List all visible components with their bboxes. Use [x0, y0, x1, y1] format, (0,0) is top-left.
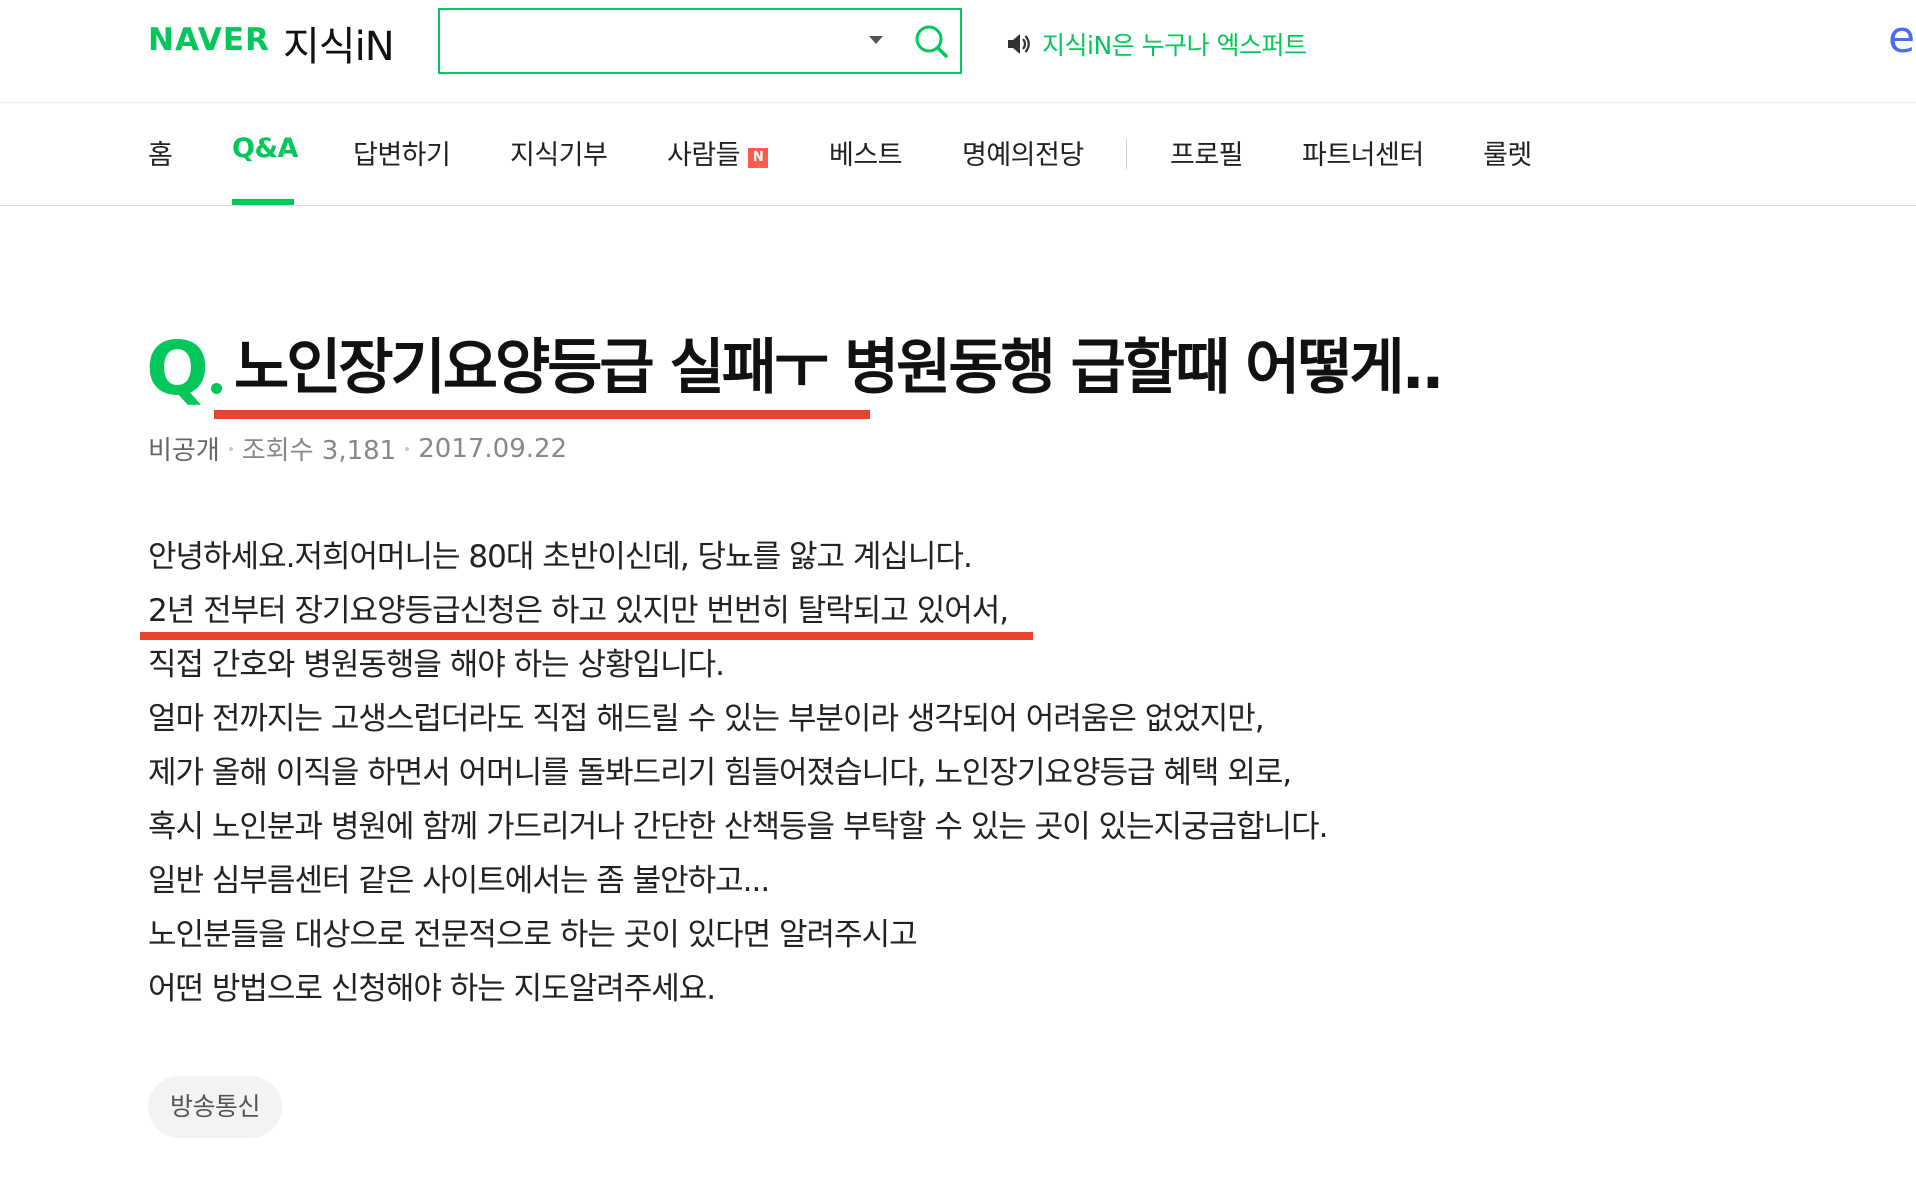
body-line: 2년 전부터 장기요양등급신청은 하고 있지만 번번히 탈락되고 있어서, — [148, 593, 1009, 629]
nav-best[interactable]: 베스트 — [829, 133, 903, 172]
body-line: 노인분들을 대상으로 전문적으로 하는 곳이 있다면 알려주시고 — [148, 917, 918, 953]
body-line: 제가 올해 이직을 하면서 어머니를 돌봐드리기 힘들어졌습니다, 노인장기요양… — [148, 755, 1292, 791]
nav-roulette[interactable]: 룰렛 — [1483, 133, 1532, 172]
body-highlight-underline — [140, 632, 1033, 640]
nav-divider — [1126, 139, 1127, 169]
nav-hall-of-fame[interactable]: 명예의전당 — [962, 133, 1084, 172]
nav-profile[interactable]: 프로필 — [1170, 133, 1244, 172]
top-header: NAVER 지식iN 지식iN은 누구나 엑스퍼트 e — [0, 0, 1916, 103]
question-date: 2017.09.22 — [418, 433, 568, 464]
question-title: 노인장기요양등급 실패ㅜ 병원동행 급할때 어떻게.. — [234, 333, 1444, 403]
search-box[interactable] — [438, 8, 962, 74]
speaker-icon — [1008, 34, 1030, 54]
nav-people[interactable]: 사람들 N — [667, 133, 769, 172]
search-icon — [915, 25, 948, 58]
active-tab-indicator — [232, 199, 294, 205]
title-highlight-underline — [214, 410, 870, 419]
naver-logo[interactable]: NAVER — [148, 22, 270, 58]
question-mark-dot — [211, 383, 222, 394]
question-meta: 비공개 조회수 3,181 2017.09.22 — [148, 430, 567, 467]
nav-people-label: 사람들 — [667, 140, 741, 171]
jisikin-logo[interactable]: 지식iN — [283, 14, 395, 72]
edge-partial-icon[interactable]: e — [1888, 12, 1915, 63]
body-line: 얼마 전까지는 고생스럽더라도 직접 해드릴 수 있는 부분이라 생각되어 어려… — [148, 701, 1265, 737]
expert-notice-text: 지식iN은 누구나 엑스퍼트 — [1042, 31, 1307, 60]
body-line: 일반 심부름센터 같은 사이트에서는 좀 불안하고... — [148, 863, 770, 899]
expert-notice[interactable]: 지식iN은 누구나 엑스퍼트 — [1006, 26, 1307, 62]
search-button[interactable] — [910, 20, 952, 62]
new-badge: N — [748, 148, 769, 168]
body-line: 어떤 방법으로 신청해야 하는 지도알려주세요. — [148, 971, 716, 1007]
nav-answer[interactable]: 답변하기 — [353, 133, 451, 172]
nav-qna[interactable]: Q&A — [232, 133, 298, 164]
search-option-dropdown[interactable] — [866, 30, 886, 50]
question-mark-icon: Q — [146, 326, 209, 412]
body-line: 직접 간호와 병원동행을 해야 하는 상황입니다. — [148, 647, 725, 683]
meta-separator — [228, 446, 233, 451]
body-line: 안녕하세요.저희어머니는 80대 초반이신데, 당뇨를 앓고 계십니다. — [148, 539, 973, 575]
chevron-down-icon — [869, 36, 883, 44]
nav-home[interactable]: 홈 — [148, 133, 173, 172]
nav-donation[interactable]: 지식기부 — [510, 133, 608, 172]
question-author: 비공개 — [148, 436, 220, 466]
meta-separator — [405, 446, 410, 451]
nav-partner-center[interactable]: 파트너센터 — [1302, 133, 1424, 172]
global-nav: 홈 Q&A 답변하기 지식기부 사람들 N 베스트 명예의전당 프로필 파트너센터… — [0, 103, 1916, 206]
question-body: 안녕하세요.저희어머니는 80대 초반이신데, 당뇨를 앓고 계십니다. 2년 … — [148, 530, 1329, 1016]
view-count: 조회수 3,181 — [241, 436, 397, 466]
body-line: 혹시 노인분과 병원에 함께 가드리거나 간단한 산책등을 부탁할 수 있는 곳… — [148, 809, 1329, 845]
search-input[interactable] — [454, 22, 844, 60]
category-tag[interactable]: 방송통신 — [148, 1076, 283, 1138]
